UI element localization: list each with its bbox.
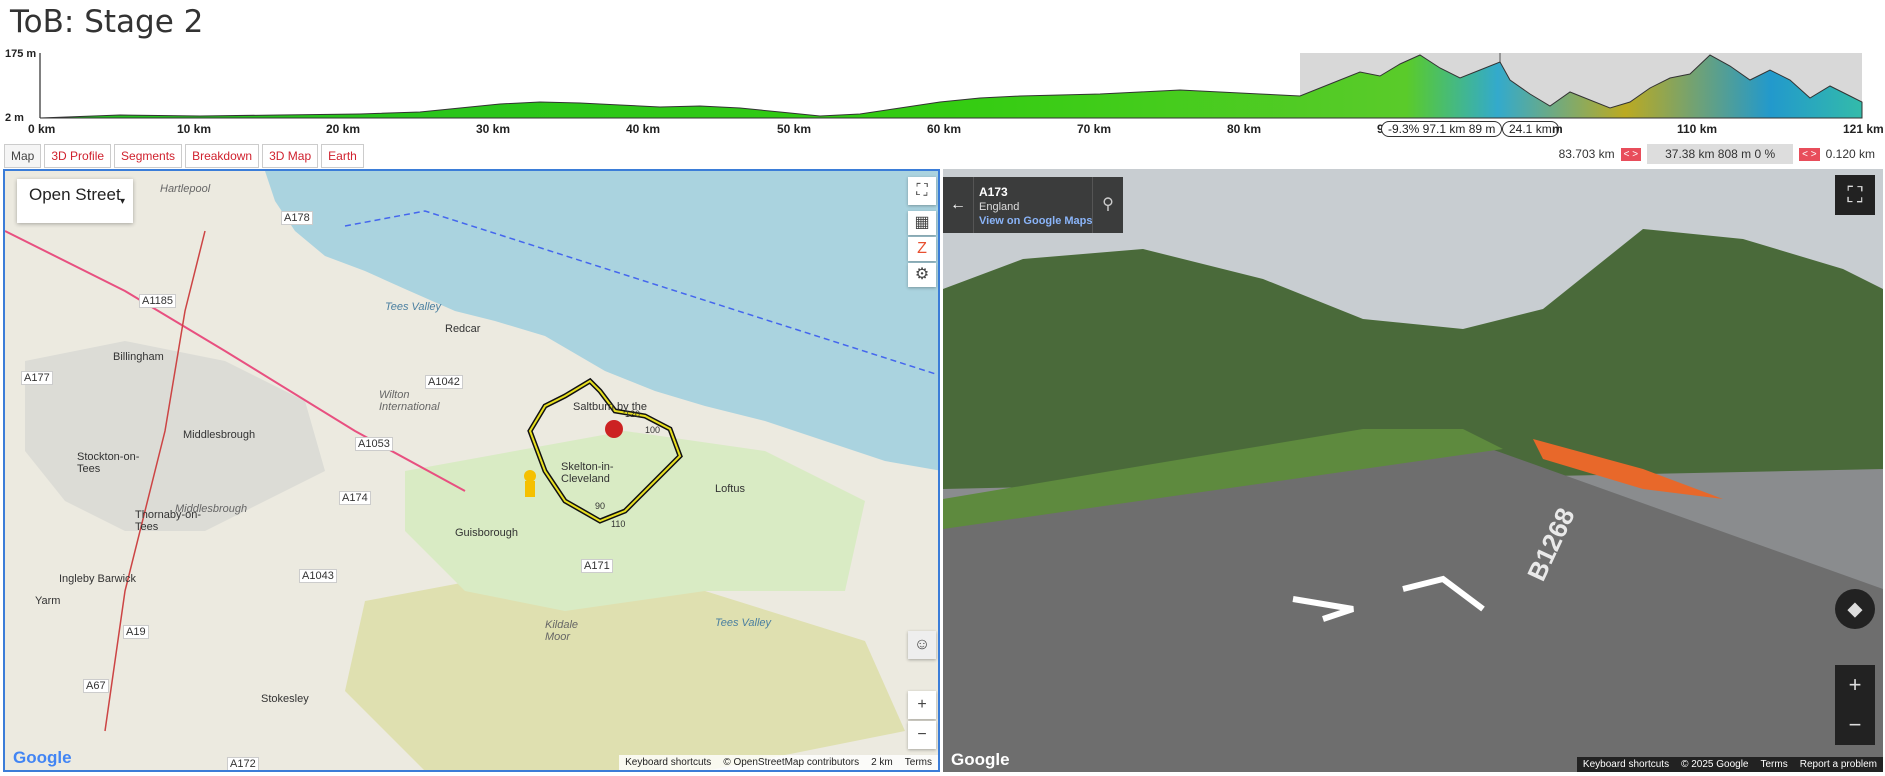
place-label: Billingham	[113, 351, 164, 363]
pegman-dock-icon[interactable]: ☺	[908, 631, 936, 659]
strava-icon[interactable]: Z	[908, 237, 936, 261]
profile-xtick: 110 km	[1677, 122, 1718, 136]
tab-bar: Map 3D Profile Segments Breakdown 3D Map…	[4, 144, 364, 168]
selection-end-arrows[interactable]: < >	[1799, 147, 1820, 161]
place-label: Yarm	[35, 595, 61, 607]
streetview-region: England	[979, 201, 1020, 213]
selection-end: 0.120 km	[1825, 147, 1875, 161]
tab-3d-profile[interactable]: 3D Profile	[44, 144, 112, 168]
road-label: A178	[281, 211, 313, 225]
profile-xtick: 40 km	[626, 122, 661, 136]
finish-flag-icon[interactable]	[605, 420, 623, 438]
back-arrow-icon[interactable]: ←	[943, 177, 974, 233]
copyright: © 2025 Google	[1681, 759, 1749, 770]
place-label: Kildale Moor	[545, 619, 579, 643]
location-pin-icon[interactable]: ⚲	[1092, 177, 1123, 233]
km-marker: 120	[625, 409, 641, 419]
place-label: Redcar	[445, 323, 481, 335]
place-label: Skelton-in-Cleveland	[561, 461, 614, 485]
tab-3d-map[interactable]: 3D Map	[262, 144, 319, 168]
zoom-in-icon[interactable]: +	[908, 691, 936, 719]
road-label: A172	[227, 757, 259, 770]
fullscreen-icon[interactable]: ⛶	[908, 177, 936, 205]
map-panel[interactable]: Open Street ▾ ⛶ ▦ Z ⚙ ☺ + − Hartlepool A…	[3, 169, 940, 772]
grid-icon[interactable]: ▦	[908, 211, 936, 235]
road-label: A1185	[139, 294, 176, 308]
scale-bar: 2 km	[871, 757, 893, 768]
km-marker: 100	[645, 425, 661, 435]
road-label: A174	[339, 491, 371, 505]
compass-icon[interactable]: ⬥	[1835, 589, 1875, 629]
zoom-out-icon[interactable]: −	[908, 721, 936, 749]
road-label: A19	[123, 625, 149, 639]
keyboard-shortcuts-link[interactable]: Keyboard shortcuts	[1583, 759, 1669, 770]
profile-xtick: 70 km	[1077, 122, 1112, 136]
profile-xtick: 50 km	[777, 122, 812, 136]
osm-attribution[interactable]: © OpenStreetMap contributors	[723, 757, 859, 768]
selection-info: 83.703 km < > 37.38 km 808 m 0 % < > 0.1…	[1559, 144, 1875, 164]
streetview-panel[interactable]: ← A173 England View on Google Maps ⚲ ⛶ ⬥…	[943, 169, 1883, 772]
place-label: Ingleby Barwick	[59, 573, 137, 585]
profile-xtick: 0 km	[28, 122, 56, 136]
keyboard-shortcuts-link[interactable]: Keyboard shortcuts	[625, 757, 711, 768]
zoom-in-icon[interactable]: +	[1835, 665, 1875, 705]
road-label: A171	[581, 559, 613, 573]
place-label: Middlesbrough	[183, 429, 256, 441]
place-label: Stokesley	[261, 693, 309, 705]
streetview-attribution: Keyboard shortcuts © 2025 Google Terms R…	[1576, 757, 1883, 772]
pegman-icon[interactable]	[524, 470, 536, 497]
profile-xtick: 60 km	[927, 122, 962, 136]
profile-xtick: 80 km	[1227, 122, 1262, 136]
map-attribution: Keyboard shortcuts © OpenStreetMap contr…	[619, 755, 938, 770]
profile-xtick: 20 km	[326, 122, 361, 136]
road-label: A67	[83, 679, 109, 693]
streetview-canvas[interactable]	[943, 169, 1883, 772]
place-label: Tees Valley	[715, 617, 772, 629]
google-logo: Google	[951, 750, 1010, 769]
road-label: A1043	[299, 569, 337, 583]
profile-xtick: 30 km	[476, 122, 511, 136]
place-label: Tees Valley	[385, 301, 442, 313]
selection-start-arrows[interactable]: < >	[1620, 147, 1642, 161]
tab-segments[interactable]: Segments	[114, 144, 183, 168]
place-label: Middlesbrough	[175, 503, 248, 515]
distance-tooltip: 24.1 km	[1502, 121, 1559, 137]
map-layer-label: Open Street	[29, 185, 121, 204]
tab-earth[interactable]: Earth	[321, 144, 364, 168]
terms-link[interactable]: Terms	[1761, 759, 1788, 770]
place-label: Loftus	[715, 483, 745, 495]
streetview-info-card: ← A173 England View on Google Maps ⚲	[943, 177, 1123, 233]
profile-xtick: 121 km	[1843, 122, 1884, 136]
place-label: Guisborough	[455, 527, 518, 539]
road-label: A1053	[355, 437, 393, 451]
zoom-out-icon[interactable]: −	[1835, 705, 1875, 745]
fullscreen-icon[interactable]: ⛶	[1835, 175, 1875, 215]
place-label: Wilton International	[379, 389, 440, 413]
tab-breakdown[interactable]: Breakdown	[185, 144, 260, 168]
report-problem-link[interactable]: Report a problem	[1800, 759, 1877, 770]
google-logo: Google	[13, 748, 72, 767]
view-on-google-maps-link[interactable]: View on Google Maps	[979, 215, 1092, 227]
profile-xtick: 10 km	[177, 122, 212, 136]
km-marker: 90	[595, 501, 606, 511]
streetview-road: A173	[979, 185, 1008, 199]
gear-icon[interactable]: ⚙	[908, 263, 936, 287]
grade-tooltip: -9.3% 97.1 km 89 m	[1381, 121, 1503, 137]
chevron-down-icon: ▾	[119, 196, 125, 207]
terms-link[interactable]: Terms	[905, 757, 932, 768]
km-marker: 110	[611, 519, 626, 529]
profile-xtick-partial: m	[1552, 122, 1563, 136]
selection-summary: 37.38 km 808 m 0 %	[1647, 144, 1794, 164]
road-label: A177	[21, 371, 53, 385]
place-label: Stockton-on-Tees	[77, 451, 140, 475]
place-label: Hartlepool	[160, 183, 211, 195]
road-label: A1042	[425, 375, 463, 389]
tab-map[interactable]: Map	[4, 144, 42, 168]
map-layer-select[interactable]: Open Street ▾	[17, 179, 133, 223]
selection-start: 83.703 km	[1558, 147, 1615, 161]
page-title: ToB: Stage 2	[10, 4, 204, 40]
